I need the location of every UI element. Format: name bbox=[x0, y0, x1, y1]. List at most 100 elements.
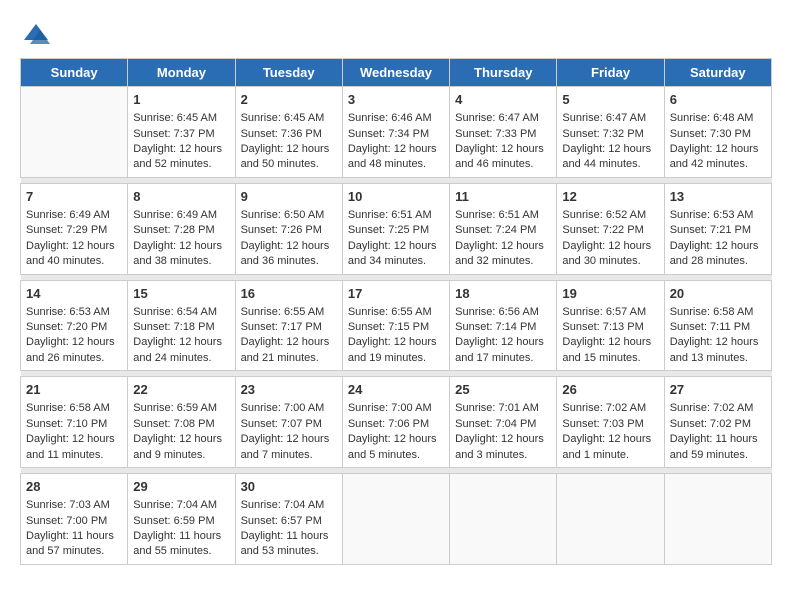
day-header-wednesday: Wednesday bbox=[342, 59, 449, 87]
day-header-monday: Monday bbox=[128, 59, 235, 87]
daylight-text: Daylight: 12 hours and 13 minutes. bbox=[670, 335, 766, 366]
sunrise-text: Sunrise: 6:59 AM bbox=[133, 401, 229, 416]
sunrise-text: Sunrise: 6:49 AM bbox=[133, 208, 229, 223]
daylight-text: Daylight: 11 hours and 57 minutes. bbox=[26, 529, 122, 560]
calendar-table: SundayMondayTuesdayWednesdayThursdayFrid… bbox=[20, 58, 772, 565]
day-number: 10 bbox=[348, 188, 444, 206]
sunset-text: Sunset: 7:18 PM bbox=[133, 320, 229, 335]
sunset-text: Sunset: 7:22 PM bbox=[562, 223, 658, 238]
calendar-cell: 1Sunrise: 6:45 AMSunset: 7:37 PMDaylight… bbox=[128, 87, 235, 178]
calendar-cell: 13Sunrise: 6:53 AMSunset: 7:21 PMDayligh… bbox=[664, 183, 771, 274]
daylight-text: Daylight: 12 hours and 17 minutes. bbox=[455, 335, 551, 366]
day-number: 23 bbox=[241, 381, 337, 399]
sunset-text: Sunset: 6:59 PM bbox=[133, 514, 229, 529]
sunrise-text: Sunrise: 6:49 AM bbox=[26, 208, 122, 223]
sunset-text: Sunset: 7:20 PM bbox=[26, 320, 122, 335]
week-row-4: 21Sunrise: 6:58 AMSunset: 7:10 PMDayligh… bbox=[21, 377, 772, 468]
daylight-text: Daylight: 11 hours and 53 minutes. bbox=[241, 529, 337, 560]
sunset-text: Sunset: 7:02 PM bbox=[670, 417, 766, 432]
sunrise-text: Sunrise: 6:46 AM bbox=[348, 111, 444, 126]
day-number: 1 bbox=[133, 91, 229, 109]
daylight-text: Daylight: 12 hours and 28 minutes. bbox=[670, 239, 766, 270]
sunrise-text: Sunrise: 6:50 AM bbox=[241, 208, 337, 223]
day-number: 9 bbox=[241, 188, 337, 206]
sunset-text: Sunset: 7:25 PM bbox=[348, 223, 444, 238]
calendar-cell bbox=[342, 474, 449, 565]
sunrise-text: Sunrise: 6:51 AM bbox=[455, 208, 551, 223]
day-number: 17 bbox=[348, 285, 444, 303]
logo-icon bbox=[22, 20, 50, 48]
sunrise-text: Sunrise: 7:04 AM bbox=[133, 498, 229, 513]
daylight-text: Daylight: 12 hours and 50 minutes. bbox=[241, 142, 337, 173]
day-number: 21 bbox=[26, 381, 122, 399]
sunrise-text: Sunrise: 6:48 AM bbox=[670, 111, 766, 126]
day-number: 2 bbox=[241, 91, 337, 109]
day-header-thursday: Thursday bbox=[450, 59, 557, 87]
sunrise-text: Sunrise: 6:55 AM bbox=[241, 305, 337, 320]
daylight-text: Daylight: 12 hours and 46 minutes. bbox=[455, 142, 551, 173]
sunrise-text: Sunrise: 6:57 AM bbox=[562, 305, 658, 320]
daylight-text: Daylight: 12 hours and 9 minutes. bbox=[133, 432, 229, 463]
calendar-cell: 18Sunrise: 6:56 AMSunset: 7:14 PMDayligh… bbox=[450, 280, 557, 371]
daylight-text: Daylight: 12 hours and 38 minutes. bbox=[133, 239, 229, 270]
daylight-text: Daylight: 12 hours and 24 minutes. bbox=[133, 335, 229, 366]
calendar-cell: 25Sunrise: 7:01 AMSunset: 7:04 PMDayligh… bbox=[450, 377, 557, 468]
sunrise-text: Sunrise: 6:45 AM bbox=[241, 111, 337, 126]
day-number: 4 bbox=[455, 91, 551, 109]
calendar-cell: 4Sunrise: 6:47 AMSunset: 7:33 PMDaylight… bbox=[450, 87, 557, 178]
calendar-cell: 26Sunrise: 7:02 AMSunset: 7:03 PMDayligh… bbox=[557, 377, 664, 468]
sunset-text: Sunset: 7:11 PM bbox=[670, 320, 766, 335]
sunrise-text: Sunrise: 7:01 AM bbox=[455, 401, 551, 416]
calendar-cell: 20Sunrise: 6:58 AMSunset: 7:11 PMDayligh… bbox=[664, 280, 771, 371]
day-header-tuesday: Tuesday bbox=[235, 59, 342, 87]
sunrise-text: Sunrise: 6:58 AM bbox=[670, 305, 766, 320]
day-number: 3 bbox=[348, 91, 444, 109]
day-number: 29 bbox=[133, 478, 229, 496]
sunrise-text: Sunrise: 6:52 AM bbox=[562, 208, 658, 223]
daylight-text: Daylight: 12 hours and 48 minutes. bbox=[348, 142, 444, 173]
calendar-cell: 8 Sunrise: 6:49 AMSunset: 7:28 PMDaylight… bbox=[128, 183, 235, 274]
sunset-text: Sunset: 7:32 PM bbox=[562, 127, 658, 142]
day-number: 7 bbox=[26, 188, 122, 206]
calendar-cell: 29Sunrise: 7:04 AMSunset: 6:59 PMDayligh… bbox=[128, 474, 235, 565]
sunrise-text: Sunrise: 7:03 AM bbox=[26, 498, 122, 513]
sunset-text: Sunset: 7:36 PM bbox=[241, 127, 337, 142]
logo bbox=[20, 20, 50, 48]
day-number: 6 bbox=[670, 91, 766, 109]
day-header-friday: Friday bbox=[557, 59, 664, 87]
daylight-text: Daylight: 12 hours and 5 minutes. bbox=[348, 432, 444, 463]
page-header bbox=[20, 20, 772, 48]
sunset-text: Sunset: 6:57 PM bbox=[241, 514, 337, 529]
sunrise-text: Sunrise: 6:51 AM bbox=[348, 208, 444, 223]
day-number: 26 bbox=[562, 381, 658, 399]
calendar-cell bbox=[664, 474, 771, 565]
week-row-3: 14Sunrise: 6:53 AMSunset: 7:20 PMDayligh… bbox=[21, 280, 772, 371]
calendar-cell: 11Sunrise: 6:51 AMSunset: 7:24 PMDayligh… bbox=[450, 183, 557, 274]
calendar-cell: 19Sunrise: 6:57 AMSunset: 7:13 PMDayligh… bbox=[557, 280, 664, 371]
day-number: 13 bbox=[670, 188, 766, 206]
day-number: 11 bbox=[455, 188, 551, 206]
sunrise-text: Sunrise: 7:04 AM bbox=[241, 498, 337, 513]
day-number: 24 bbox=[348, 381, 444, 399]
daylight-text: Daylight: 12 hours and 21 minutes. bbox=[241, 335, 337, 366]
daylight-text: Daylight: 12 hours and 26 minutes. bbox=[26, 335, 122, 366]
calendar-cell: 6Sunrise: 6:48 AMSunset: 7:30 PMDaylight… bbox=[664, 87, 771, 178]
sunrise-text: Sunrise: 6:53 AM bbox=[26, 305, 122, 320]
day-number: 5 bbox=[562, 91, 658, 109]
calendar-cell: 22Sunrise: 6:59 AMSunset: 7:08 PMDayligh… bbox=[128, 377, 235, 468]
daylight-text: Daylight: 12 hours and 44 minutes. bbox=[562, 142, 658, 173]
day-number: 30 bbox=[241, 478, 337, 496]
day-number: 8 bbox=[133, 188, 229, 206]
day-number: 19 bbox=[562, 285, 658, 303]
daylight-text: Daylight: 12 hours and 30 minutes. bbox=[562, 239, 658, 270]
daylight-text: Daylight: 12 hours and 11 minutes. bbox=[26, 432, 122, 463]
week-row-1: 1 Sunrise: 6:45 AM Sunset: 7:37 PM Daylight… bbox=[21, 87, 772, 178]
sunset-text: Sunset: 7:28 PM bbox=[133, 223, 229, 238]
daylight-text: Daylight: 12 hours and 3 minutes. bbox=[455, 432, 551, 463]
sunset-text: Sunset: 7:24 PM bbox=[455, 223, 551, 238]
calendar-cell: 9Sunrise: 6:50 AMSunset: 7:26 PMDaylight… bbox=[235, 183, 342, 274]
day-number: 14 bbox=[26, 285, 122, 303]
calendar-cell: 28Sunrise: 7:03 AMSunset: 7:00 PMDayligh… bbox=[21, 474, 128, 565]
sunset-text: Sunset: 7:37 PM bbox=[133, 127, 229, 142]
sunset-text: Sunset: 7:30 PM bbox=[670, 127, 766, 142]
